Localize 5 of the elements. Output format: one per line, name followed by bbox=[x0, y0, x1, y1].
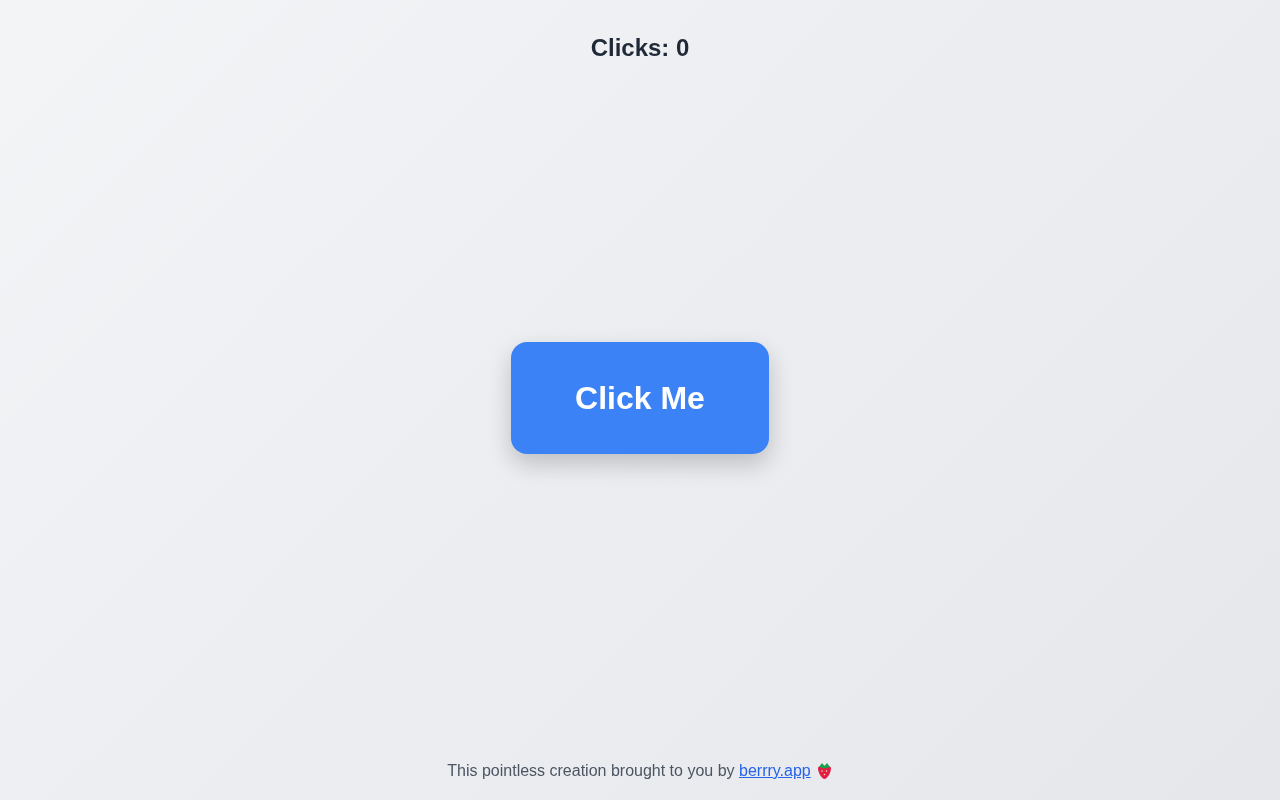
strawberry-icon bbox=[815, 762, 833, 780]
footer-credit: This pointless creation brought to you by berrry.app bbox=[447, 761, 811, 781]
footer-link[interactable]: berrry.app bbox=[739, 762, 811, 779]
click-me-button[interactable]: Click Me bbox=[511, 342, 769, 454]
click-counter: Clicks: 0 bbox=[590, 34, 690, 62]
